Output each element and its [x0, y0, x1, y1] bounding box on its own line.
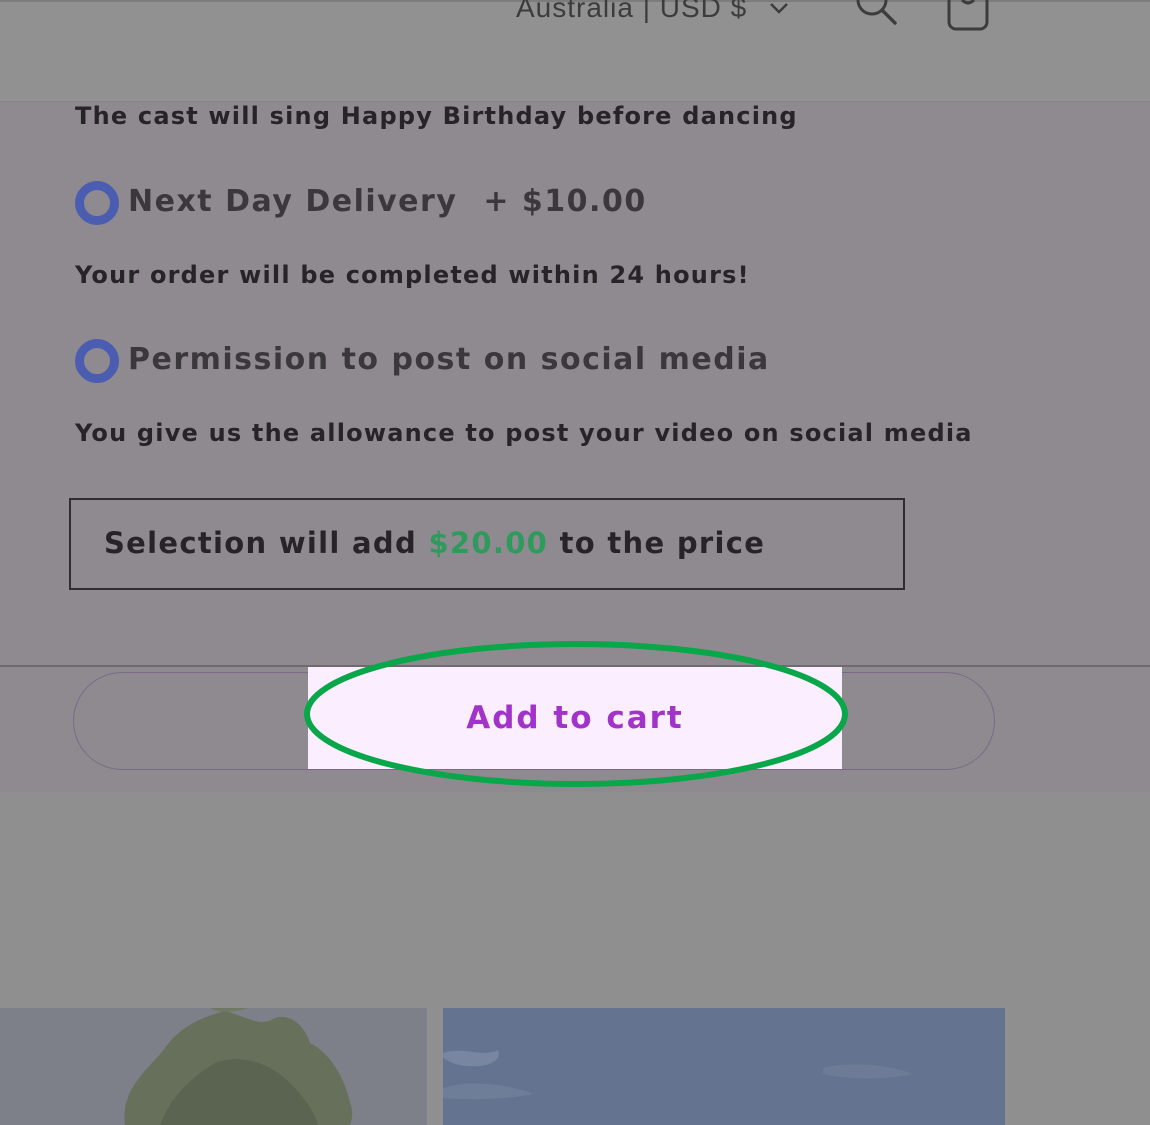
next-day-delivery-option[interactable]: Next Day Delivery + $10.00 [128, 184, 647, 219]
tree-illustration [0, 1008, 427, 1125]
product-options-panel: The cast will sing Happy Birthday before… [0, 102, 1150, 792]
sky-illustration [443, 1008, 1005, 1125]
next-day-delivery-radio[interactable] [75, 181, 119, 225]
product-image-sky[interactable] [443, 1008, 1005, 1125]
product-image-tree[interactable] [0, 1008, 427, 1125]
social-media-permission-description: You give us the allowance to post your v… [75, 419, 973, 447]
site-header: Australia | USD $ [0, 0, 1150, 102]
search-icon[interactable] [852, 0, 898, 32]
locale-selector[interactable]: Australia | USD $ [516, 0, 789, 24]
locale-label: Australia | USD $ [516, 0, 748, 23]
add-to-cart-label: Add to cart [466, 700, 684, 736]
add-to-cart-button[interactable]: Add to cart [308, 667, 842, 769]
cart-icon[interactable] [944, 0, 992, 32]
price-summary-box: Selection will add $20.00 to the price [69, 498, 905, 590]
next-day-delivery-description: Your order will be completed within 24 h… [75, 261, 750, 289]
price-summary-amount: $20.00 [428, 526, 549, 560]
price-summary-text: Selection will add $20.00 to the price [104, 526, 765, 560]
social-media-permission-label[interactable]: Permission to post on social media [128, 342, 770, 377]
chevron-down-icon [770, 3, 789, 14]
price-summary-suffix: to the price [559, 526, 766, 560]
social-media-permission-radio[interactable] [75, 339, 119, 383]
next-day-delivery-price: + $10.00 [483, 184, 647, 219]
price-summary-prefix: Selection will add [104, 526, 418, 560]
next-day-delivery-label: Next Day Delivery [128, 184, 458, 219]
birthday-option-description: The cast will sing Happy Birthday before… [75, 102, 798, 130]
